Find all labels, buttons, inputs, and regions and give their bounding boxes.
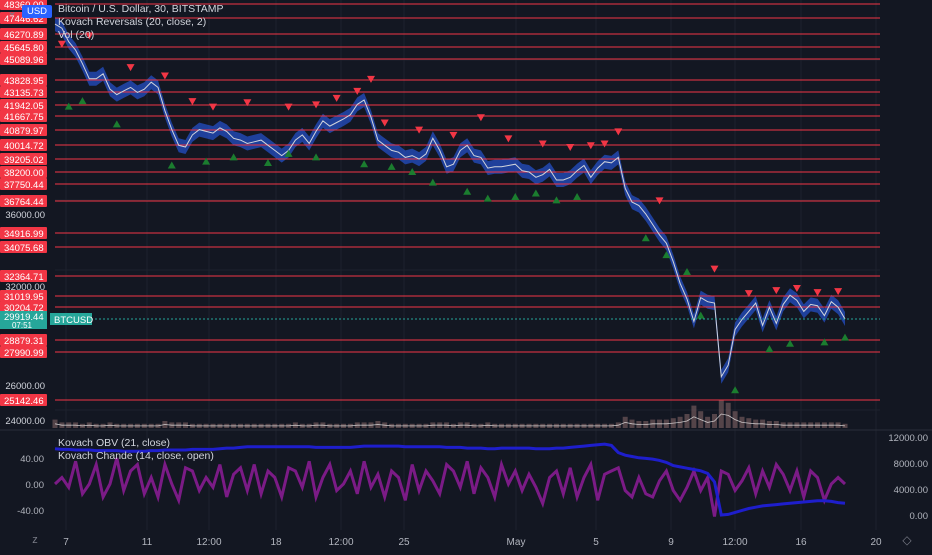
oscillator-legend: Kovach OBV (21, close) Kovach Chande (14… xyxy=(58,437,214,463)
obv-axis-tick: 4000.00 xyxy=(894,485,928,496)
time-axis-tick: 12:00 xyxy=(328,537,353,548)
level-label: 43828.95 xyxy=(4,76,44,87)
chande-axis-tick: 40.00 xyxy=(20,454,44,465)
time-axis-tick: 16 xyxy=(795,537,807,548)
chart-root: 48360.0047446.6246270.8945645.8045089.96… xyxy=(0,0,932,550)
time-axis-tick: 12:00 xyxy=(196,537,221,548)
time-axis-tick: 7 xyxy=(63,537,69,548)
price-axis-tick: 32000.00 xyxy=(5,282,45,293)
time-axis-tick: May xyxy=(507,537,526,548)
obv-axis-tick: 8000.00 xyxy=(894,459,928,470)
price-axis-tick: 36000.00 xyxy=(5,210,45,221)
time-axis-tick: 9 xyxy=(668,537,674,548)
currency-badge-label: USD xyxy=(26,6,48,17)
time-axis-tick: 11 xyxy=(142,537,153,548)
time-axis-tick: 25 xyxy=(398,537,410,548)
level-label: 37750.44 xyxy=(4,180,44,191)
level-label: 25142.46 xyxy=(4,396,44,407)
level-label: 45089.96 xyxy=(4,55,44,66)
obv-axis-tick: 0.00 xyxy=(910,511,929,522)
legend-indicator-chande[interactable]: Kovach Chande (14, close, open) xyxy=(58,450,214,463)
chevron-down-icon[interactable]: ⌄ xyxy=(5,5,19,19)
legend-indicator-obv[interactable]: Kovach OBV (21, close) xyxy=(58,437,214,450)
level-label: 45645.80 xyxy=(4,43,44,54)
level-label: 43135.73 xyxy=(4,88,44,99)
current-price-countdown: 07:51 xyxy=(12,321,33,330)
symbol-tag: BTCUSD xyxy=(54,315,93,326)
level-label: 38200.00 xyxy=(4,168,44,179)
level-label: 46270.89 xyxy=(4,30,44,41)
price-axis-tick: 24000.00 xyxy=(5,416,45,427)
main-legend: Bitcoin / U.S. Dollar, 30, BITSTAMP Kova… xyxy=(58,3,224,42)
level-label: 40014.72 xyxy=(4,141,44,152)
currency-badge[interactable]: USD xyxy=(22,5,52,18)
level-label: 34075.68 xyxy=(4,243,44,254)
chande-axis-tick: 0.00 xyxy=(26,480,45,491)
legend-indicator-volume[interactable]: Vol (20) xyxy=(58,29,224,42)
level-label: 40879.97 xyxy=(4,126,44,137)
price-axis-tick: 26000.00 xyxy=(5,381,45,392)
time-axis-tick: 12:00 xyxy=(722,537,747,548)
level-label: 39205.02 xyxy=(4,155,44,166)
time-axis-tick: 18 xyxy=(270,537,282,548)
diamond-icon[interactable]: ◇ xyxy=(900,533,914,547)
chande-axis-tick: -40.00 xyxy=(17,506,44,517)
time-axis-tick: 5 xyxy=(593,537,599,548)
level-label: 36764.44 xyxy=(4,197,44,208)
level-label: 27990.99 xyxy=(4,348,44,359)
z-zoom-icon[interactable]: z xyxy=(28,534,42,548)
level-label: 41667.75 xyxy=(4,112,44,123)
time-axis-tick: 20 xyxy=(870,537,882,548)
legend-symbol[interactable]: Bitcoin / U.S. Dollar, 30, BITSTAMP xyxy=(58,3,224,16)
level-label: 28879.31 xyxy=(4,336,44,347)
level-label: 34916.99 xyxy=(4,229,44,240)
obv-axis-tick: 12000.00 xyxy=(888,433,928,444)
legend-indicator-reversals[interactable]: Kovach Reversals (20, close, 2) xyxy=(58,16,224,29)
chart-canvas[interactable]: 48360.0047446.6246270.8945645.8045089.96… xyxy=(0,0,932,550)
